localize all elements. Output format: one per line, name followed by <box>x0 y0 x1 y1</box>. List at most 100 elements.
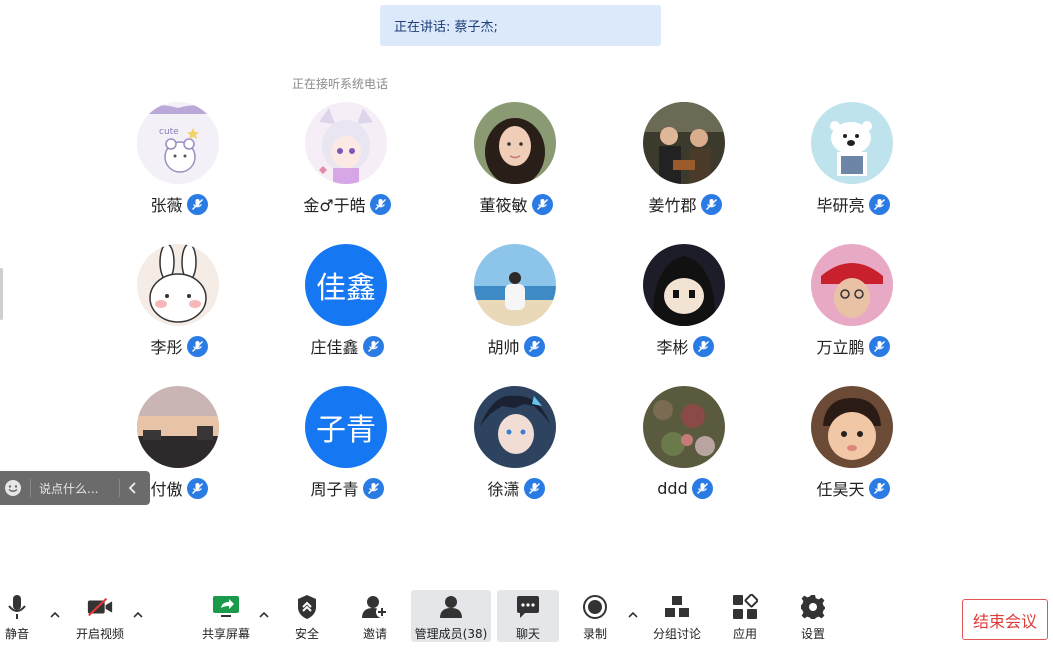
video-options-caret-icon[interactable] <box>131 608 145 622</box>
avatar <box>643 244 725 326</box>
participant-name: 庄佳鑫 <box>310 338 359 357</box>
record-button[interactable]: 录制 <box>578 590 612 642</box>
participant-name: 徐潇 <box>487 480 520 499</box>
start-video-label: 开启视频 <box>75 627 124 641</box>
side-panel-handle[interactable] <box>0 268 3 320</box>
participant-name: 付傲 <box>150 480 183 499</box>
apps-label: 应用 <box>732 627 757 641</box>
participant-tile[interactable]: cute 张薇 <box>94 102 264 222</box>
record-label: 录制 <box>582 627 607 641</box>
avatar <box>811 386 893 468</box>
participant-name: 任昊天 <box>816 480 865 499</box>
gear-icon <box>799 593 827 621</box>
manage-members-label: 管理成员(38) <box>414 627 488 641</box>
mute-label: 静音 <box>4 627 29 641</box>
mic-muted-icon <box>700 193 722 215</box>
participant-name: 金♂于皓 <box>303 196 366 215</box>
participant-tile[interactable]: 任昊天 <box>768 386 938 506</box>
participant-tile[interactable]: 姜竹郡 <box>600 102 770 222</box>
avatar <box>811 244 893 326</box>
chat-input[interactable]: 说点什么... <box>39 480 111 497</box>
apps-grid-icon <box>731 593 759 621</box>
record-options-caret-icon[interactable] <box>626 608 640 622</box>
avatar-initials: 佳鑫 <box>305 244 387 326</box>
video-off-icon <box>86 593 114 621</box>
mic-muted-icon <box>868 193 890 215</box>
system-call-status: 正在接听系统电话 <box>292 77 389 91</box>
settings-button[interactable]: 设置 <box>796 590 830 642</box>
invite-label: 邀请 <box>362 627 387 641</box>
speaking-banner: 正在讲话: 蔡子杰; <box>380 5 661 46</box>
avatar <box>474 386 556 468</box>
mic-muted-icon <box>531 193 553 215</box>
participant-tile[interactable]: 胡帅 <box>431 244 601 364</box>
end-meeting-button[interactable]: 结束会议 <box>962 599 1048 640</box>
participant-name: 张薇 <box>150 196 183 215</box>
participant-tile[interactable]: 子青 周子青 <box>262 386 432 506</box>
avatar <box>643 386 725 468</box>
apps-button[interactable]: 应用 <box>728 590 762 642</box>
participant-tile[interactable]: 李彬 <box>600 244 770 364</box>
mic-muted-icon <box>186 477 208 499</box>
avatar <box>643 102 725 184</box>
participant-tile[interactable]: 董筱敏 <box>431 102 601 222</box>
participant-name: 董筱敏 <box>479 196 528 215</box>
participant-name: 姜竹郡 <box>648 196 697 215</box>
divider <box>119 479 120 497</box>
mic-muted-icon <box>186 193 208 215</box>
avatar <box>305 102 387 184</box>
participant-name: 周子青 <box>310 480 359 499</box>
participant-tile[interactable]: ddd <box>600 386 770 506</box>
breakout-rooms-icon <box>663 593 691 621</box>
mic-muted-icon <box>868 335 890 357</box>
mic-muted-icon <box>362 477 384 499</box>
share-screen-button[interactable]: 共享屏幕 <box>199 590 253 642</box>
participant-name: ddd <box>657 478 688 498</box>
breakout-rooms-label: 分组讨论 <box>652 627 701 641</box>
members-icon <box>437 593 465 621</box>
mic-muted-icon <box>692 335 714 357</box>
settings-label: 设置 <box>800 627 825 641</box>
participant-tile[interactable]: 金♂于皓 <box>262 102 432 222</box>
chat-bubble-icon <box>514 593 542 621</box>
participant-tile[interactable]: 毕研亮 <box>768 102 938 222</box>
meeting-toolbar: 静音 开启视频 共享屏幕 安全 邀请 管理成员(38) 聊天 录制 分组讨论 应… <box>0 590 1053 649</box>
participant-tile[interactable]: 徐潇 <box>431 386 601 506</box>
share-screen-label: 共享屏幕 <box>201 627 250 641</box>
participant-name: 李彬 <box>656 338 689 357</box>
participant-tile[interactable]: 佳鑫 庄佳鑫 <box>262 244 432 364</box>
participant-name: 万立鹏 <box>816 338 865 357</box>
microphone-icon <box>3 593 31 621</box>
participant-name: 毕研亮 <box>816 196 865 215</box>
security-label: 安全 <box>294 627 319 641</box>
participant-name: 胡帅 <box>487 338 520 357</box>
emoji-icon[interactable] <box>4 479 22 497</box>
divider <box>30 479 31 497</box>
security-button[interactable]: 安全 <box>290 590 324 642</box>
collapse-chevron-icon[interactable] <box>128 482 138 494</box>
avatar: cute <box>137 102 219 184</box>
participant-tile[interactable]: 万立鹏 <box>768 244 938 364</box>
invite-button[interactable]: 邀请 <box>358 590 392 642</box>
manage-members-button[interactable]: 管理成员(38) <box>411 590 491 642</box>
avatar <box>137 244 219 326</box>
mic-muted-icon <box>362 335 384 357</box>
mute-button[interactable]: 静音 <box>0 590 34 642</box>
avatar <box>474 102 556 184</box>
chat-button[interactable]: 聊天 <box>497 590 559 642</box>
speaking-text: 正在讲话: 蔡子杰; <box>394 20 498 35</box>
avatar <box>137 386 219 468</box>
avatar-initials: 子青 <box>305 386 387 468</box>
avatar <box>811 102 893 184</box>
mic-muted-icon <box>691 477 713 499</box>
chat-label: 聊天 <box>515 627 540 641</box>
mic-muted-icon <box>523 335 545 357</box>
participant-name: 李彤 <box>150 338 183 357</box>
quick-chat-bar[interactable]: 说点什么... <box>0 471 150 505</box>
start-video-button[interactable]: 开启视频 <box>72 590 128 642</box>
share-options-caret-icon[interactable] <box>257 608 271 622</box>
participant-tile[interactable]: 李彤 <box>94 244 264 364</box>
breakout-rooms-button[interactable]: 分组讨论 <box>650 590 704 642</box>
avatar <box>474 244 556 326</box>
mute-options-caret-icon[interactable] <box>48 608 62 622</box>
